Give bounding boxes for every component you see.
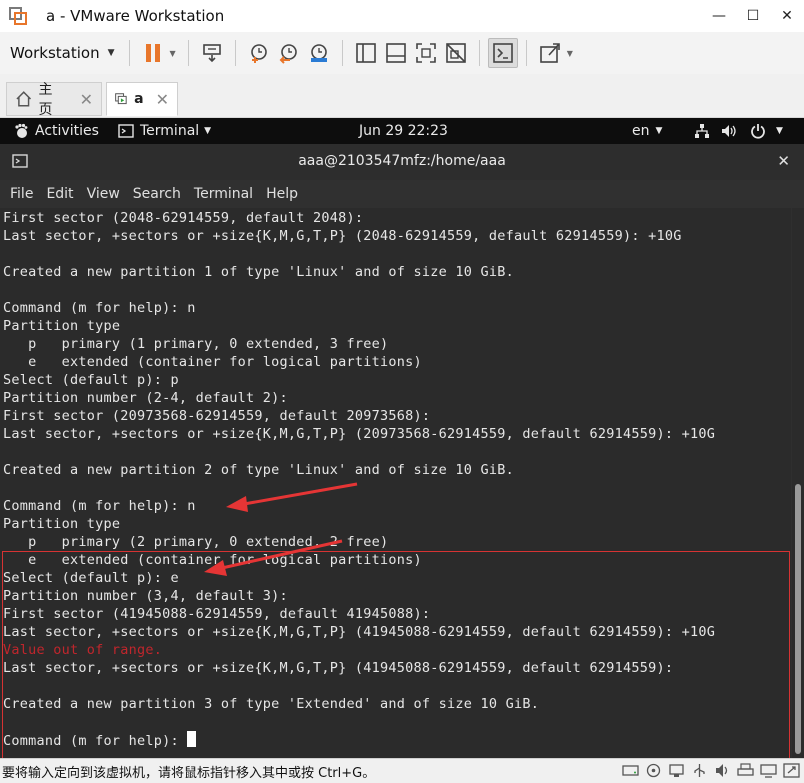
sound-card-icon[interactable] (714, 763, 731, 778)
chevron-down-icon: ▼ (655, 126, 663, 136)
toolbar-divider (234, 40, 236, 66)
vm-tab-bar: 主页 ✕ a ✕ (0, 74, 804, 118)
clock[interactable]: Jun 29 22:23 (359, 118, 448, 144)
app-menu-label: Terminal (140, 123, 200, 139)
vmware-status-bar: 要将输入定向到该虚拟机，请将鼠标指针移入其中或按 Ctrl+G。 (0, 758, 804, 783)
terminal-app-menu[interactable]: Terminal ▼ (118, 118, 211, 144)
tab-home[interactable]: 主页 ✕ (6, 82, 102, 118)
vm-running-icon (115, 93, 127, 105)
vmware-toolbar: Workstation ▼ ▼ ▼ (0, 32, 804, 74)
pause-icon[interactable] (138, 38, 168, 68)
stretch-dropdown-icon[interactable]: ▼ (567, 49, 573, 58)
stretch-icon[interactable] (783, 763, 800, 778)
pause-dropdown-icon[interactable]: ▼ (170, 49, 176, 58)
tab-home-close-button[interactable]: ✕ (80, 90, 93, 109)
gnome-foot-icon (15, 123, 28, 138)
power-icon[interactable]: ▼ (750, 118, 783, 144)
snapshot-take-icon[interactable] (244, 38, 274, 68)
minimize-button[interactable]: — (702, 0, 736, 32)
thumbnail-bar-icon[interactable] (381, 38, 411, 68)
hard-disk-icon[interactable] (622, 763, 639, 778)
chevron-down-icon[interactable]: ▼ (108, 48, 115, 58)
printer-icon[interactable] (737, 763, 754, 778)
menu-file[interactable]: File (10, 186, 33, 202)
terminal-output[interactable]: First sector (2048-62914559, default 204… (0, 208, 791, 758)
input-source-menu[interactable]: en ▼ (632, 118, 662, 144)
volume-icon[interactable] (720, 118, 738, 144)
input-hint-text: 要将输入定向到该虚拟机，请将鼠标指针移入其中或按 Ctrl+G。 (2, 765, 376, 781)
maximize-button[interactable]: ☐ (736, 0, 770, 32)
terminal-title: aaa@2103547mfz:/home/aaa (298, 153, 506, 169)
toolbar-divider (341, 40, 343, 66)
tab-vm-a[interactable]: a ✕ (106, 82, 178, 116)
window-title: a - VMware Workstation (46, 7, 225, 25)
terminal-scrollbar[interactable] (792, 208, 804, 758)
terminal-window: aaa@2103547mfz:/home/aaa ✕ File Edit Vie… (0, 144, 804, 758)
cd-dvd-icon[interactable] (645, 763, 662, 778)
menu-search[interactable]: Search (133, 186, 181, 202)
activities-button[interactable]: Activities (14, 118, 99, 144)
toolbar-divider (525, 40, 527, 66)
snapshot-revert-icon[interactable] (274, 38, 304, 68)
activities-label: Activities (35, 123, 99, 139)
snapshot-manager-icon[interactable] (304, 38, 334, 68)
tab-home-label: 主页 (38, 82, 53, 118)
full-screen-icon[interactable] (411, 38, 441, 68)
menu-terminal[interactable]: Terminal (194, 186, 253, 202)
tab-vm-close-button[interactable]: ✕ (156, 90, 169, 109)
annotation-arrows (204, 482, 358, 576)
chevron-down-icon: ▼ (776, 126, 783, 136)
network-adapter-icon[interactable] (668, 763, 685, 778)
window-title-bar: a - VMware Workstation — ☐ ✕ (0, 0, 804, 32)
unity-icon[interactable] (441, 38, 471, 68)
network-icon[interactable] (694, 118, 710, 144)
toolbar-divider (128, 40, 130, 66)
tab-vm-label: a (134, 91, 144, 107)
terminal-close-button[interactable]: ✕ (777, 152, 790, 170)
library-view-icon[interactable] (351, 38, 381, 68)
annotation-arrow (226, 482, 358, 512)
terminal-header-bar: aaa@2103547mfz:/home/aaa ✕ (0, 144, 804, 180)
display-icon[interactable] (760, 763, 777, 778)
toolbar-divider (478, 40, 480, 66)
vmware-logo-icon (9, 7, 27, 25)
menu-help[interactable]: Help (266, 186, 298, 202)
annotation-arrow (204, 539, 343, 576)
chevron-down-icon: ▼ (204, 126, 212, 136)
gnome-top-bar: Activities Terminal ▼ Jun 29 22:23 en ▼ … (0, 118, 804, 144)
home-icon (16, 91, 32, 107)
send-ctrl-alt-del-icon[interactable] (197, 38, 227, 68)
toolbar-divider (187, 40, 189, 66)
usb-controller-icon[interactable] (691, 763, 708, 778)
scrollbar-thumb[interactable] (795, 484, 801, 754)
menu-view[interactable]: View (87, 186, 120, 202)
menu-edit[interactable]: Edit (46, 186, 73, 202)
terminal-menu-bar: File Edit View Search Terminal Help (0, 180, 804, 208)
input-source-label: en (632, 123, 650, 139)
close-window-button[interactable]: ✕ (770, 0, 804, 32)
console-view-icon[interactable] (487, 38, 518, 68)
terminal-icon (118, 124, 134, 138)
stretch-view-icon[interactable] (535, 38, 565, 68)
workstation-menu-button[interactable]: Workstation (10, 44, 100, 62)
